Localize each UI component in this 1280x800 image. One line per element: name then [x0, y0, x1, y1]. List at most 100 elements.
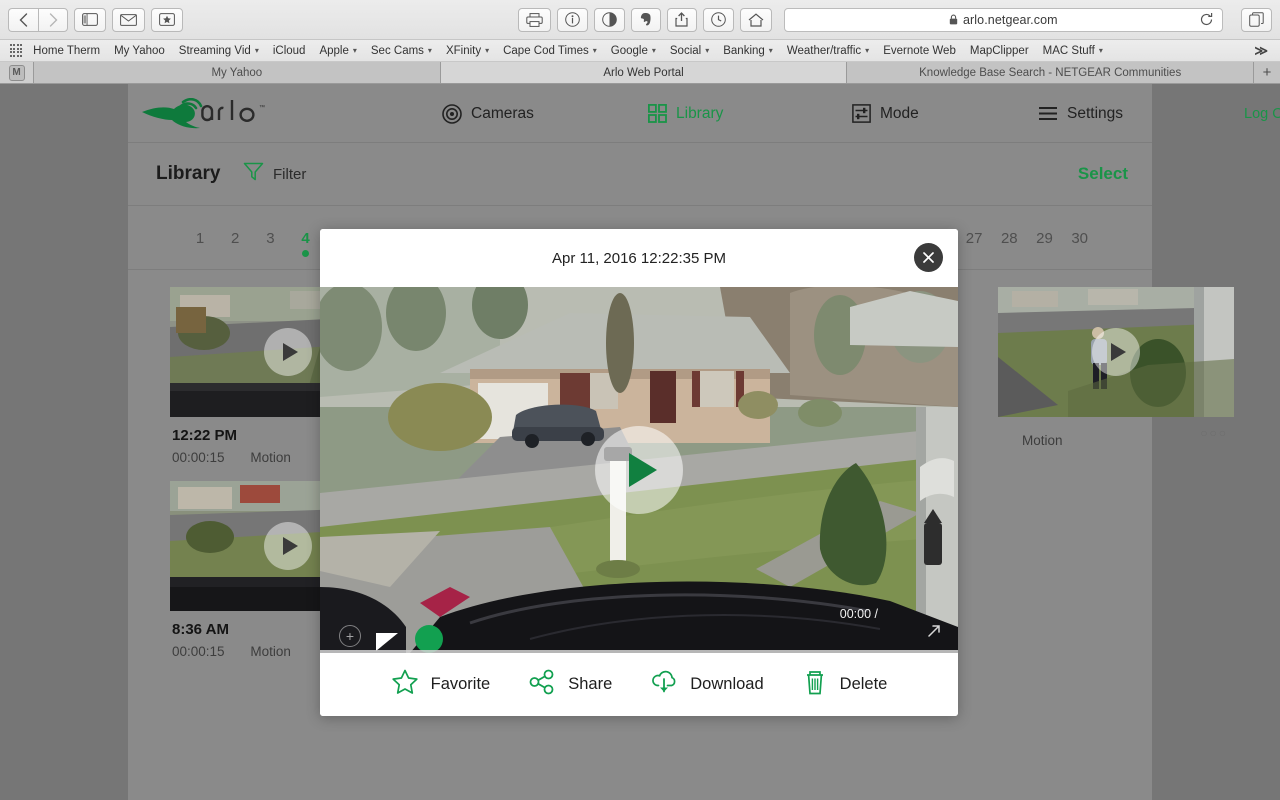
tab-arlo-web-portal[interactable]: Arlo Web Portal	[440, 62, 848, 83]
bookmark-cape-cod-times[interactable]: Cape Cod Times ▾	[496, 45, 604, 57]
play-icon	[282, 537, 298, 555]
bookmark-label: Google	[610, 44, 648, 57]
app-header: ™ Cameras Library Mode Settings Log O	[128, 84, 1280, 143]
zoom-in-button[interactable]: +	[339, 625, 361, 647]
bookmark-mac-stuff[interactable]: MAC Stuff ▾	[1036, 45, 1110, 57]
filter-label: Filter	[273, 165, 307, 183]
date-item-3[interactable]: 3	[260, 230, 280, 247]
bookmark-sec-cams[interactable]: Sec Cams ▾	[364, 45, 439, 57]
home-icon	[748, 12, 764, 27]
nav-settings[interactable]: Settings	[1038, 105, 1123, 123]
chevron-down-icon: ▾	[254, 46, 259, 55]
clip-overflow-menu[interactable]: ○○○	[1200, 426, 1228, 440]
grid-squares-icon	[648, 104, 667, 123]
evernote-button[interactable]	[630, 7, 661, 32]
tab-badge[interactable]: M	[0, 62, 34, 83]
history-button[interactable]	[702, 7, 734, 32]
download-button[interactable]: Download	[650, 668, 764, 701]
bookmark-xfinity[interactable]: XFinity ▾	[439, 45, 496, 57]
date-item-28[interactable]: 28	[999, 230, 1019, 247]
clip-card[interactable]: Motion ○○○	[998, 287, 1234, 448]
camera-lens-icon	[442, 103, 462, 124]
duplicate-icon	[1249, 12, 1264, 27]
bookmark-label: Cape Cod Times	[503, 44, 589, 57]
date-item-29[interactable]: 29	[1035, 230, 1055, 247]
forward-button[interactable]	[38, 7, 68, 32]
chevron-down-icon: ▾	[427, 46, 432, 55]
close-button[interactable]	[914, 243, 943, 272]
share-button[interactable]	[666, 7, 697, 32]
bookmark-google[interactable]: Google ▾	[604, 45, 663, 57]
tab-my-yahoo[interactable]: My Yahoo	[34, 62, 441, 83]
date-item-4-selected[interactable]: 4	[296, 230, 316, 257]
info-button[interactable]	[556, 7, 588, 32]
modal-header: Apr 11, 2016 12:22:35 PM	[320, 229, 958, 287]
sidebar-button[interactable]	[74, 7, 106, 32]
elephant-icon	[640, 12, 651, 26]
date-item-27[interactable]: 27	[964, 230, 984, 247]
play-button[interactable]	[264, 522, 312, 570]
bookmark-button[interactable]	[151, 7, 183, 32]
bookmark-label: Home Therm	[33, 44, 101, 57]
clip-thumbnail[interactable]	[998, 287, 1234, 417]
bookmark-icloud[interactable]: iCloud	[266, 45, 313, 57]
logout-label: Log Out	[1244, 105, 1280, 122]
chevron-right-icon	[49, 12, 57, 27]
page-title: Library	[156, 163, 221, 184]
scrubber-handle[interactable]	[415, 625, 443, 653]
bookmark-apple[interactable]: Apple ▾	[312, 45, 363, 57]
arlo-logo[interactable]: ™	[140, 97, 270, 132]
bookmark-evernote-web[interactable]: Evernote Web	[876, 45, 963, 57]
show-tabs-button[interactable]	[1241, 7, 1272, 32]
nav-mode[interactable]: Mode	[852, 104, 919, 123]
date-item-2[interactable]: 2	[225, 230, 245, 247]
home-button[interactable]	[739, 7, 772, 32]
share-button[interactable]: Share	[528, 668, 612, 701]
back-button[interactable]	[8, 7, 38, 32]
play-button[interactable]	[1092, 328, 1140, 376]
tab-knowledge-base-search[interactable]: Knowledge Base Search - NETGEAR Communit…	[847, 62, 1255, 83]
bookmark-weather-traffic[interactable]: Weather/traffic ▾	[780, 45, 876, 57]
select-button[interactable]: Select	[1078, 164, 1128, 184]
share-up-icon	[675, 12, 688, 27]
chevron-down-icon: ▾	[768, 46, 773, 55]
bookmark-streaming-vid[interactable]: Streaming Vid ▾	[172, 45, 266, 57]
mail-button[interactable]	[112, 7, 145, 32]
close-icon	[923, 252, 934, 263]
reload-icon[interactable]	[1199, 12, 1214, 33]
bookmark-banking[interactable]: Banking ▾	[716, 45, 780, 57]
delete-button[interactable]: Delete	[802, 668, 887, 701]
bookmark-home-therm[interactable]: Home Therm	[26, 45, 107, 57]
bookmark-label: Streaming Vid	[178, 44, 251, 57]
tab-bar: M My Yahoo Arlo Web Portal Knowledge Bas…	[0, 62, 1280, 84]
bookmark-label: Banking	[723, 44, 765, 57]
chevron-down-icon: ▾	[705, 46, 710, 55]
fullscreen-button[interactable]	[927, 623, 942, 643]
filter-button[interactable]: Filter	[243, 161, 306, 187]
bookmarks-overflow-button[interactable]: ≫	[1254, 43, 1272, 59]
apps-grid-icon[interactable]	[10, 44, 23, 57]
play-button[interactable]	[264, 328, 312, 376]
favorite-button[interactable]: Favorite	[391, 668, 490, 701]
bookmark-my-yahoo[interactable]: My Yahoo	[107, 45, 172, 57]
envelope-icon	[120, 13, 137, 26]
chevron-down-icon: ▾	[865, 46, 870, 55]
nav-library[interactable]: Library	[648, 104, 723, 123]
chevron-down-icon: ▾	[651, 46, 656, 55]
bookmark-mapclipper[interactable]: MapClipper	[963, 45, 1036, 57]
print-button[interactable]	[517, 7, 551, 32]
date-item-30[interactable]: 30	[1070, 230, 1090, 247]
video-time-label: 00:00 /	[839, 607, 878, 621]
logout-button[interactable]: Log Out	[1244, 106, 1280, 122]
video-player[interactable]: 00:00 / +	[320, 287, 958, 653]
bookmark-social[interactable]: Social ▾	[663, 45, 716, 57]
address-bar[interactable]: arlo.netgear.com	[783, 7, 1223, 33]
nav-label: Mode	[880, 104, 919, 122]
trash-icon	[802, 668, 828, 701]
video-play-button[interactable]	[595, 426, 683, 514]
new-tab-button[interactable]: +	[1254, 62, 1280, 83]
date-item-1[interactable]: 1	[190, 230, 210, 247]
clip-duration: 00:00:15	[172, 450, 225, 465]
nav-cameras[interactable]: Cameras	[442, 103, 534, 124]
adblock-button[interactable]	[593, 7, 625, 32]
